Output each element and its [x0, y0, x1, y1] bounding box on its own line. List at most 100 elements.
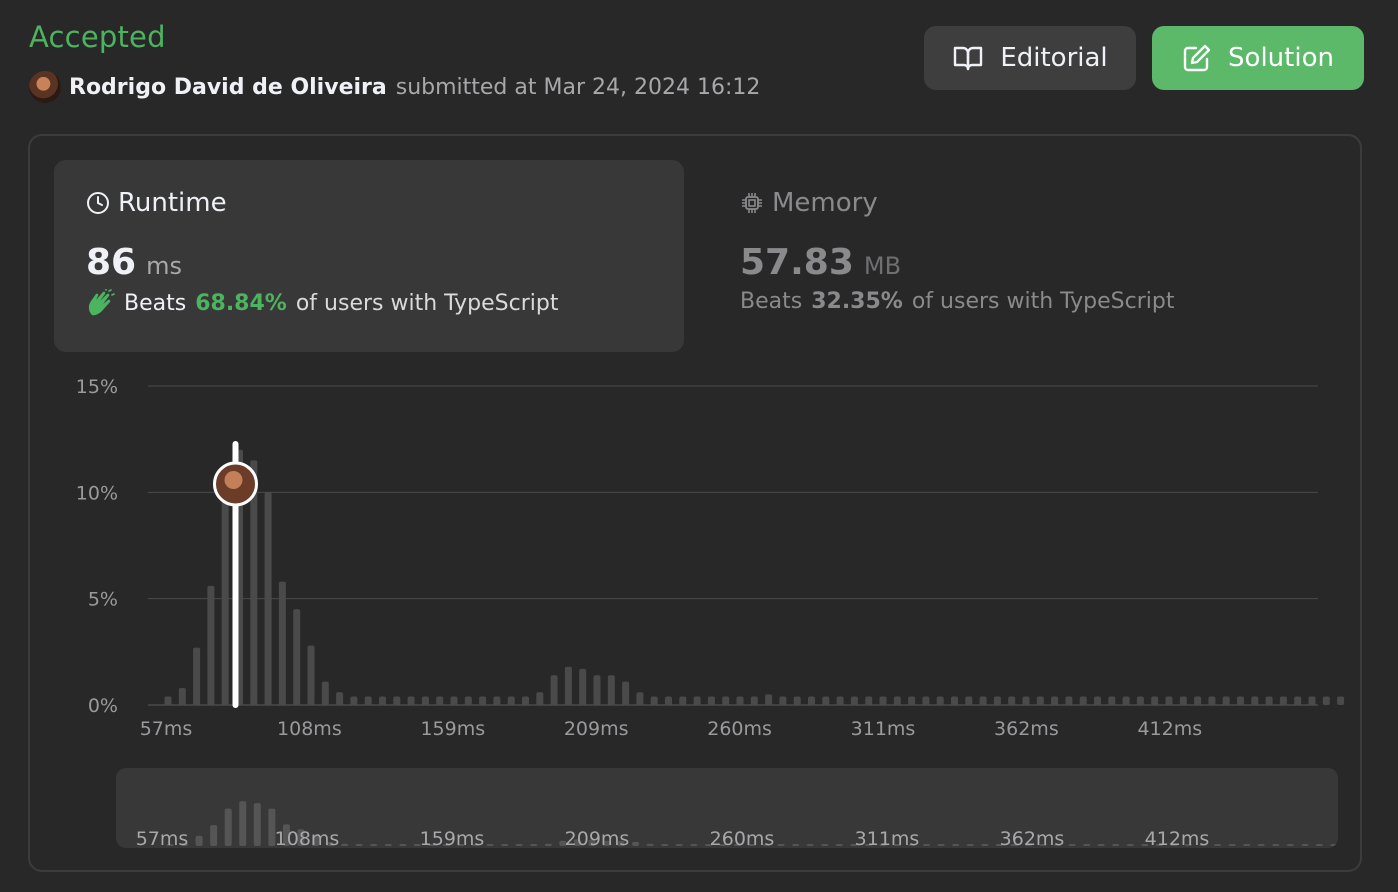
bar[interactable] — [522, 696, 529, 705]
bar[interactable] — [951, 696, 958, 705]
bar[interactable] — [1208, 696, 1216, 705]
mini-x-tick-label: 209ms — [565, 828, 630, 848]
mini-bar — [981, 844, 989, 846]
bar[interactable] — [879, 696, 887, 705]
bar[interactable] — [850, 696, 858, 705]
bar[interactable] — [1179, 696, 1187, 705]
bar[interactable] — [650, 696, 658, 705]
bar[interactable] — [1065, 696, 1073, 705]
bar[interactable] — [1322, 696, 1330, 705]
bar[interactable] — [164, 696, 172, 705]
bar[interactable] — [1136, 696, 1144, 705]
bar[interactable] — [178, 687, 186, 705]
bar[interactable] — [1022, 696, 1030, 705]
minimap-chart[interactable]: 57ms 108ms 159ms 209ms 260ms 311ms 362ms 412ms — [116, 768, 1338, 848]
mini-bar — [632, 841, 640, 846]
bar[interactable] — [278, 581, 286, 705]
bar[interactable] — [593, 675, 601, 705]
bar[interactable] — [493, 696, 501, 705]
mini-bar — [1112, 844, 1120, 846]
bar[interactable] — [579, 668, 587, 705]
bar[interactable] — [750, 696, 758, 705]
bar[interactable] — [979, 696, 987, 705]
bar[interactable] — [736, 696, 744, 705]
mini-bar — [1243, 844, 1251, 846]
runtime-distribution-chart[interactable]: 0% 5% 10% 15% 57ms 108ms 159ms 209ms 260ms 311ms 3… — [0, 0, 1398, 760]
bar[interactable] — [936, 696, 944, 705]
mini-bar — [1214, 844, 1222, 846]
x-tick-label: 159ms — [420, 718, 485, 740]
bar[interactable] — [822, 696, 830, 705]
bar[interactable] — [693, 696, 701, 705]
bar[interactable] — [464, 696, 472, 705]
bar[interactable] — [679, 696, 687, 705]
bar[interactable] — [993, 696, 1001, 705]
bar[interactable] — [636, 692, 644, 705]
bar[interactable] — [1251, 696, 1259, 705]
bar[interactable] — [193, 647, 201, 705]
chart-range-slider[interactable]: 57ms 108ms 159ms 209ms 260ms 311ms 362ms 412ms — [116, 768, 1338, 848]
bar[interactable] — [450, 696, 458, 705]
bar[interactable] — [1122, 696, 1130, 705]
bar[interactable] — [893, 696, 901, 705]
bar[interactable] — [421, 696, 429, 705]
bar[interactable] — [865, 696, 873, 705]
mini-x-tick-label: 362ms — [1000, 828, 1065, 848]
bar[interactable] — [1165, 696, 1173, 705]
bar[interactable] — [293, 609, 301, 705]
bar[interactable] — [665, 696, 672, 705]
bar[interactable] — [779, 696, 787, 705]
bar[interactable] — [908, 696, 916, 705]
bar[interactable] — [336, 692, 344, 705]
bar[interactable] — [965, 696, 973, 705]
bar[interactable] — [221, 492, 229, 705]
bar[interactable] — [350, 696, 358, 705]
mini-bar — [486, 844, 494, 846]
bar[interactable] — [1265, 696, 1273, 705]
bar[interactable] — [707, 696, 715, 705]
bar[interactable] — [808, 696, 815, 705]
bar[interactable] — [321, 681, 329, 705]
bar[interactable] — [1279, 696, 1287, 705]
mini-bar — [544, 843, 552, 846]
bar[interactable] — [550, 675, 558, 705]
mini-x-tick-label: 108ms — [275, 828, 340, 848]
bar[interactable] — [364, 696, 372, 705]
bar[interactable] — [407, 696, 415, 705]
mini-bar — [1083, 844, 1091, 846]
bar[interactable] — [1294, 696, 1302, 705]
bar[interactable] — [793, 696, 801, 705]
bar[interactable] — [264, 492, 272, 705]
bar[interactable] — [507, 696, 515, 705]
bar[interactable] — [1237, 696, 1244, 705]
bar[interactable] — [1308, 696, 1316, 705]
bar[interactable] — [607, 675, 615, 705]
bar[interactable] — [1194, 696, 1202, 705]
mini-x-tick-label: 260ms — [710, 828, 775, 848]
bar[interactable] — [1036, 696, 1044, 705]
bar[interactable] — [307, 645, 315, 705]
bar[interactable] — [393, 696, 401, 705]
mini-bar — [239, 801, 247, 846]
bar[interactable] — [379, 696, 386, 705]
bar[interactable] — [1079, 696, 1087, 705]
bar[interactable] — [436, 696, 444, 705]
bar[interactable] — [1337, 696, 1345, 705]
bar[interactable] — [207, 585, 215, 705]
bar[interactable] — [1094, 696, 1101, 705]
bar[interactable] — [1108, 696, 1116, 705]
bar[interactable] — [1008, 696, 1016, 705]
mini-x-tick-label: 412ms — [1145, 828, 1210, 848]
bar[interactable] — [922, 696, 930, 705]
bar[interactable] — [536, 692, 544, 705]
bar[interactable] — [1151, 696, 1159, 705]
bar[interactable] — [622, 681, 630, 705]
bar[interactable] — [765, 694, 773, 705]
bar[interactable] — [564, 666, 572, 705]
bar[interactable] — [1051, 696, 1059, 705]
bar[interactable] — [1222, 696, 1230, 705]
bar[interactable] — [722, 696, 730, 705]
bar[interactable] — [836, 696, 844, 705]
bar[interactable] — [479, 696, 487, 705]
mini-bar — [195, 835, 203, 846]
